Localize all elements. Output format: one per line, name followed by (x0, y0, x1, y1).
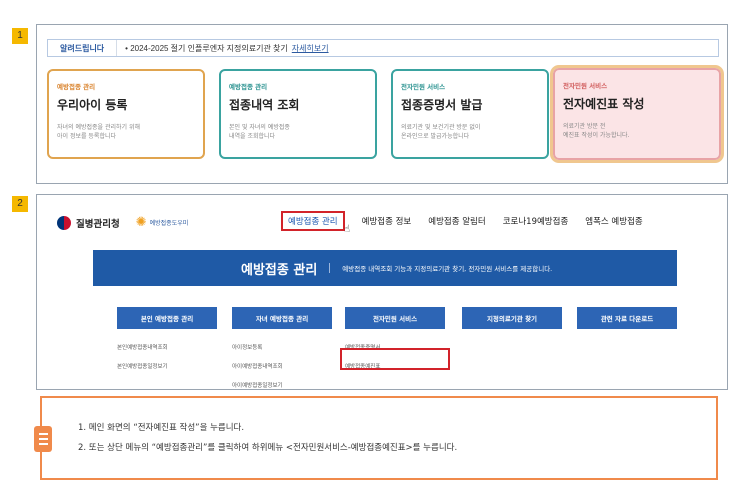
instruction-item: 2. 또는 상단 메뉴의 “예방접종관리”를 클릭하여 하위메뉴 <전자민원서비… (78, 443, 458, 453)
notice-text: • 2024-2025 절기 인플루엔자 지정의료기관 찾기 (125, 43, 288, 53)
submenu-item[interactable]: 본인예방접종일정보기 (117, 362, 168, 370)
sun-icon: ✺ (135, 215, 147, 230)
step-badge-1: 1 (12, 28, 28, 44)
card-category: 예방접종 관리 (229, 83, 268, 91)
card-desc: 본인 및 자녀의 예방접종 내역을 조회합니다 (229, 124, 290, 140)
notice-link[interactable]: 자세히보기 (292, 43, 329, 54)
card-history-lookup[interactable]: 예방접종 관리 접종내역 조회 본인 및 자녀의 예방접종 내역을 조회합니다 (219, 69, 377, 159)
banner-divider (329, 263, 331, 273)
notice-bar: 알려드립니다 • 2024-2025 절기 인플루엔자 지정의료기관 찾기 자세… (47, 39, 719, 57)
card-desc: 자녀의 예방접종을 관리하기 위해 아이 정보를 등록합니다 (57, 124, 141, 140)
instruction-list: 1. 메인 화면의 “전자예진표 작성”을 누릅니다. 2. 또는 상단 메뉴의… (78, 418, 457, 458)
menu-designated-clinic[interactable]: 지정의료기관 찾기 (462, 307, 562, 329)
instruction-item: 1. 메인 화면의 “전자예진표 작성”을 누릅니다. (78, 423, 245, 433)
banner-title: 예방접종 관리 (241, 262, 318, 278)
card-category: 전자민원 서비스 (401, 83, 446, 91)
submenu-child: 아이정보등록 아이예방접종내역조회 아이예방접종일정보기 (232, 343, 283, 400)
hand-cursor-icon: ☝ (344, 224, 351, 235)
card-title: 접종증명서 발급 (401, 98, 483, 112)
note-icon (34, 426, 52, 452)
menu-page-screenshot: 질병관리청 ✺ 예방접종도우미 예방접종 관리 예방접종 정보 예방접종 알림터 … (36, 194, 728, 390)
card-title: 전자예진표 작성 (563, 97, 645, 111)
card-desc: 의료기관 및 보건기관 방문 없이 온라인으로 발급가능합니다 (401, 124, 481, 140)
card-title: 접종내역 조회 (229, 98, 300, 112)
card-child-register[interactable]: 예방접종 관리 우리아이 등록 자녀의 예방접종을 관리하기 위해 아이 정보를 … (47, 69, 205, 159)
card-e-questionnaire[interactable]: 전자민원 서비스 전자예진표 작성 의료기관 방문 전 예진표 작성이 가능합니다… (550, 65, 724, 163)
banner-desc: 예방접종 내역조회 기능과 지정의료기관 찾기, 전자민원 서비스를 제공합니다… (342, 265, 553, 273)
menu-self-vaccination[interactable]: 본인 예방접종 관리 (117, 307, 217, 329)
nav-vaccination-info[interactable]: 예방접종 정보 (362, 215, 412, 231)
section-banner: 예방접종 관리 예방접종 내역조회 기능과 지정의료기관 찾기, 전자민원 서비… (93, 250, 677, 286)
submenu-self: 본인예방접종내역조회 본인예방접종일정보기 (117, 343, 168, 381)
step-badge-2: 2 (12, 196, 28, 212)
submenu-item[interactable]: 본인예방접종내역조회 (117, 343, 168, 351)
card-title: 우리아이 등록 (57, 98, 128, 112)
site-logo[interactable]: 질병관리청 ✺ 예방접종도우미 (57, 215, 188, 230)
card-category: 예방접종 관리 (57, 83, 96, 91)
card-desc: 의료기관 방문 전 예진표 작성이 가능합니다. (563, 123, 630, 139)
menu-child-vaccination[interactable]: 자녀 예방접종 관리 (232, 307, 332, 329)
notice-tag: 알려드립니다 (48, 40, 118, 56)
card-certificate-issue[interactable]: 전자민원 서비스 접종증명서 발급 의료기관 및 보건기관 방문 없이 온라인으로… (391, 69, 549, 159)
menu-e-civil-service[interactable]: 전자민원 서비스 (345, 307, 445, 329)
submenu-item[interactable]: 아이예방접종내역조회 (232, 362, 283, 370)
submenu-item[interactable]: 아이정보등록 (232, 343, 283, 351)
top-navigation: 예방접종 관리 예방접종 정보 예방접종 알림터 코로나19예방접종 엠폭스 예… (281, 211, 660, 231)
main-page-screenshot: 알려드립니다 • 2024-2025 절기 인플루엔자 지정의료기관 찾기 자세… (36, 24, 728, 184)
agency-name: 질병관리청 (76, 218, 120, 230)
nav-covid19[interactable]: 코로나19예방접종 (503, 215, 569, 231)
card-category: 전자민원 서비스 (563, 82, 608, 90)
menu-resources-download[interactable]: 관련 자료 다운로드 (577, 307, 677, 329)
instructions-box: 1. 메인 화면의 “전자예진표 작성”을 누릅니다. 2. 또는 상단 메뉴의… (34, 396, 718, 480)
submenu-item[interactable]: 아이예방접종일정보기 (232, 381, 283, 389)
sub-logo: ✺ 예방접종도우미 (135, 215, 189, 230)
nav-mpox[interactable]: 엠폭스 예방접종 (585, 215, 642, 231)
nav-vaccination-alerts[interactable]: 예방접종 알림터 (428, 215, 485, 231)
nav-vaccination-management[interactable]: 예방접종 관리 (281, 211, 345, 231)
highlight-box (340, 348, 450, 370)
taegeuk-logo-icon (57, 215, 71, 230)
